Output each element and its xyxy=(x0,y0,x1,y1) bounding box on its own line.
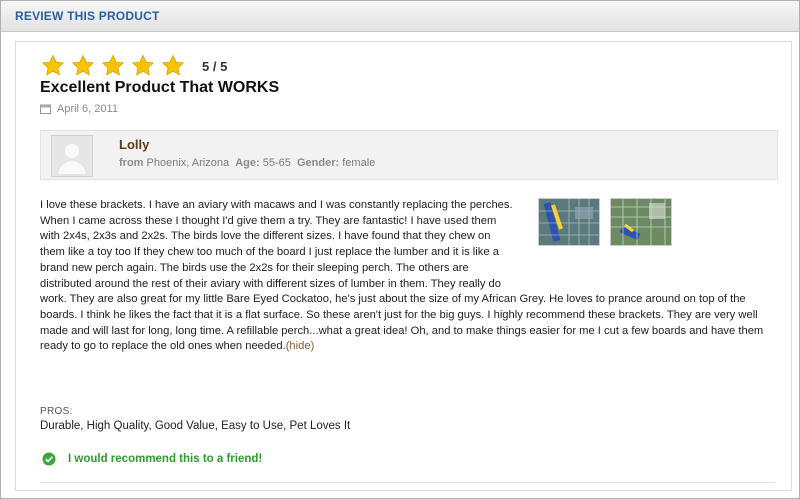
star-icon xyxy=(101,54,125,76)
review-date: April 6, 2011 xyxy=(40,103,118,115)
recommend-text: I would recommend this to a friend! xyxy=(68,453,263,465)
reviewer-age: 55-65 xyxy=(262,157,291,169)
age-label: Age: xyxy=(235,157,260,169)
star-icon xyxy=(71,54,95,76)
gender-label: Gender: xyxy=(296,157,340,169)
bird-photo-icon xyxy=(611,199,671,245)
review-body: I love these brackets. I have an aviary … xyxy=(40,198,780,355)
pros-text: Durable, High Quality, Good Value, Easy … xyxy=(40,420,351,432)
date-text: April 6, 2011 xyxy=(57,103,118,115)
bird-photo-icon xyxy=(539,199,599,245)
calendar-icon xyxy=(40,104,51,114)
divider xyxy=(40,482,775,483)
reviewer-location: Phoenix, Arizona xyxy=(146,157,230,169)
check-circle-icon xyxy=(42,452,56,466)
header-bar: REVIEW THIS PRODUCT xyxy=(1,1,799,32)
rating-text: 5 / 5 xyxy=(202,58,228,74)
review-photo-thumbnail[interactable] xyxy=(538,198,600,246)
header-title: REVIEW THIS PRODUCT xyxy=(15,9,160,23)
pros-label: PROS: xyxy=(40,406,73,417)
avatar xyxy=(51,135,93,177)
star-rating: 5 / 5 xyxy=(40,54,227,78)
star-icon xyxy=(161,54,185,76)
default-avatar-icon xyxy=(52,136,92,176)
reviewer-gender: female xyxy=(342,157,376,169)
recommend-badge: I would recommend this to a friend! xyxy=(42,452,262,466)
review-photos xyxy=(538,198,780,292)
hide-link[interactable]: (hide) xyxy=(286,340,315,352)
star-icon xyxy=(131,54,155,76)
reviewer-name: Lolly xyxy=(119,137,150,152)
review-photo-thumbnail[interactable] xyxy=(610,198,672,246)
from-label: from xyxy=(119,157,144,169)
review-panel: 5 / 5 Excellent Product That WORKS April… xyxy=(15,41,792,491)
review-window: REVIEW THIS PRODUCT 5 / 5 Excellent Prod… xyxy=(0,0,800,499)
reviewer-info: Lolly from Phoenix, Arizona Age: 55-65 G… xyxy=(40,130,778,180)
review-title: Excellent Product That WORKS xyxy=(40,79,280,96)
reviewer-meta: from Phoenix, Arizona Age: 55-65 Gender:… xyxy=(119,157,375,169)
star-icon xyxy=(41,54,65,76)
